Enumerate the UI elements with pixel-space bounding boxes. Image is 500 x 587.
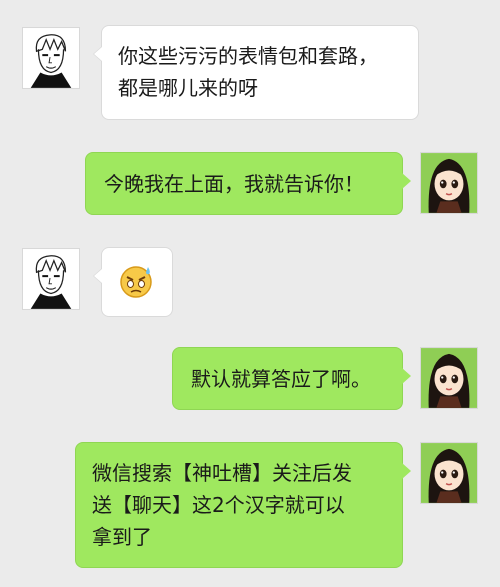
message-bubble-incoming[interactable]: 你这些污污的表情包和套路， 都是哪儿来的呀: [93, 25, 419, 120]
message-text: 默认就算答应了啊。: [191, 367, 371, 391]
contact-avatar[interactable]: [22, 248, 80, 310]
message-bubble-outgoing[interactable]: 微信搜索【神吐槽】关注后发 送【聊天】这2个汉字就可以 拿到了: [75, 442, 411, 568]
sticker-bubble-incoming[interactable]: [93, 247, 173, 317]
cartoon-girl-avatar-icon: [421, 443, 477, 503]
cartoon-girl-avatar-icon: [421, 348, 477, 408]
sketch-boy-avatar-icon: [23, 249, 79, 309]
cartoon-girl-avatar-icon: [421, 153, 477, 213]
message-bubble-outgoing[interactable]: 默认就算答应了啊。: [172, 347, 411, 410]
my-avatar[interactable]: [420, 347, 478, 409]
my-avatar[interactable]: [420, 152, 478, 214]
message-text: 微信搜索【神吐槽】关注后发 送【聊天】这2个汉字就可以 拿到了: [92, 461, 352, 549]
message-bubble-outgoing[interactable]: 今晚我在上面，我就告诉你！: [85, 152, 411, 215]
my-avatar[interactable]: [420, 442, 478, 504]
contact-avatar[interactable]: [22, 27, 80, 89]
sweating-emoji-sticker-icon: [120, 266, 152, 298]
sketch-boy-avatar-icon: [23, 28, 79, 88]
message-text: 今晚我在上面，我就告诉你！: [104, 172, 364, 196]
message-text: 你这些污污的表情包和套路， 都是哪儿来的呀: [118, 44, 378, 100]
